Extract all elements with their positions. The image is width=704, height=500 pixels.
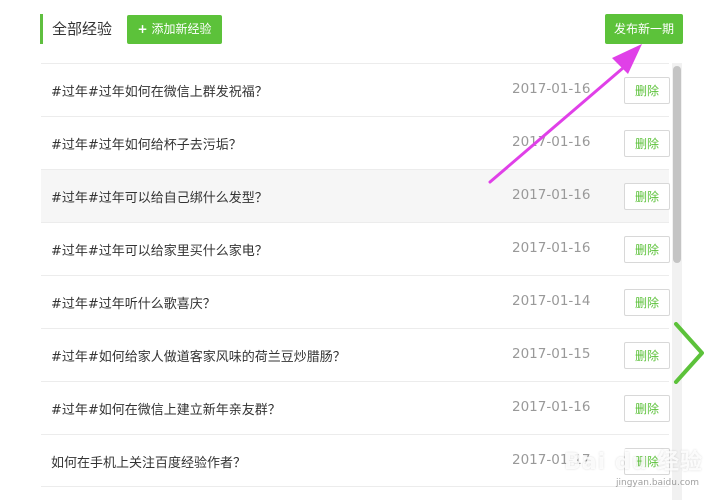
list-item: #过年#如何给家人做道客家风味的荷兰豆炒腊肠？ 2017-01-15 删除 — [41, 328, 670, 381]
item-date: 2017-01-14 — [512, 293, 591, 309]
list-item: #过年#如何在微信上建立新年亲友群？ 2017-01-16 删除 — [41, 381, 670, 434]
header: 全部经验 + 添加新经验 发布新一期 — [0, 0, 704, 62]
add-experience-label: 添加新经验 — [151, 22, 212, 36]
page-title: 全部经验 — [52, 20, 113, 38]
item-title[interactable]: 如何在手机上关注百度经验作者？ — [51, 452, 246, 471]
item-date: 2017-01-16 — [512, 399, 591, 415]
publish-new-issue-button[interactable]: 发布新一期 — [605, 14, 683, 44]
watermark-url: jingyan.baidu.com — [616, 478, 700, 488]
delete-button[interactable]: 删除 — [624, 342, 670, 369]
plus-icon: + — [137, 22, 148, 36]
item-title[interactable]: #过年#如何在微信上建立新年亲友群？ — [51, 399, 281, 418]
scrollbar-thumb[interactable] — [673, 66, 681, 263]
item-title[interactable]: #过年#过年可以给家里买什么家电？ — [51, 240, 268, 259]
item-date: 2017-01-16 — [512, 134, 591, 150]
item-title[interactable]: #过年#过年听什么歌喜庆？ — [51, 293, 216, 312]
add-experience-button[interactable]: + 添加新经验 — [127, 15, 222, 44]
item-date: 2017-01-16 — [512, 240, 591, 256]
delete-button[interactable]: 删除 — [624, 130, 670, 157]
item-date: 2017-01-15 — [512, 346, 591, 362]
list-item: #过年#过年可以给自己绑什么发型？ 2017-01-16 删除 — [41, 169, 670, 222]
delete-button[interactable]: 删除 — [624, 395, 670, 422]
watermark-text: Bai du 经验 — [564, 450, 703, 475]
delete-button[interactable]: 删除 — [624, 77, 670, 104]
item-date: 2017-01-16 — [512, 81, 591, 97]
delete-button[interactable]: 删除 — [624, 236, 670, 263]
item-title[interactable]: #过年#过年可以给自己绑什么发型？ — [51, 187, 268, 206]
list-item: #过年#过年可以给家里买什么家电？ 2017-01-16 删除 — [41, 222, 670, 275]
list-item: #过年#过年如何给杯子去污垢？ 2017-01-16 删除 — [41, 116, 670, 169]
delete-button[interactable]: 删除 — [624, 289, 670, 316]
item-title[interactable]: #过年#过年如何在微信上群发祝福？ — [51, 81, 268, 100]
title-accent-bar — [40, 14, 43, 44]
list-item: #过年#过年听什么歌喜庆？ 2017-01-14 删除 — [41, 275, 670, 328]
chevron-right-icon[interactable] — [672, 322, 704, 384]
delete-button[interactable]: 删除 — [624, 183, 670, 210]
experience-list: #过年#过年如何在微信上群发祝福？ 2017-01-16 删除 #过年#过年如何… — [41, 63, 670, 487]
item-date: 2017-01-16 — [512, 187, 591, 203]
list-item: #过年#过年如何在微信上群发祝福？ 2017-01-16 删除 — [41, 63, 670, 116]
item-title[interactable]: #过年#如何给家人做道客家风味的荷兰豆炒腊肠？ — [51, 346, 346, 365]
baidu-watermark: Bai du 经验 jingyan.baidu.com — [564, 438, 704, 500]
item-title[interactable]: #过年#过年如何给杯子去污垢？ — [51, 134, 242, 153]
